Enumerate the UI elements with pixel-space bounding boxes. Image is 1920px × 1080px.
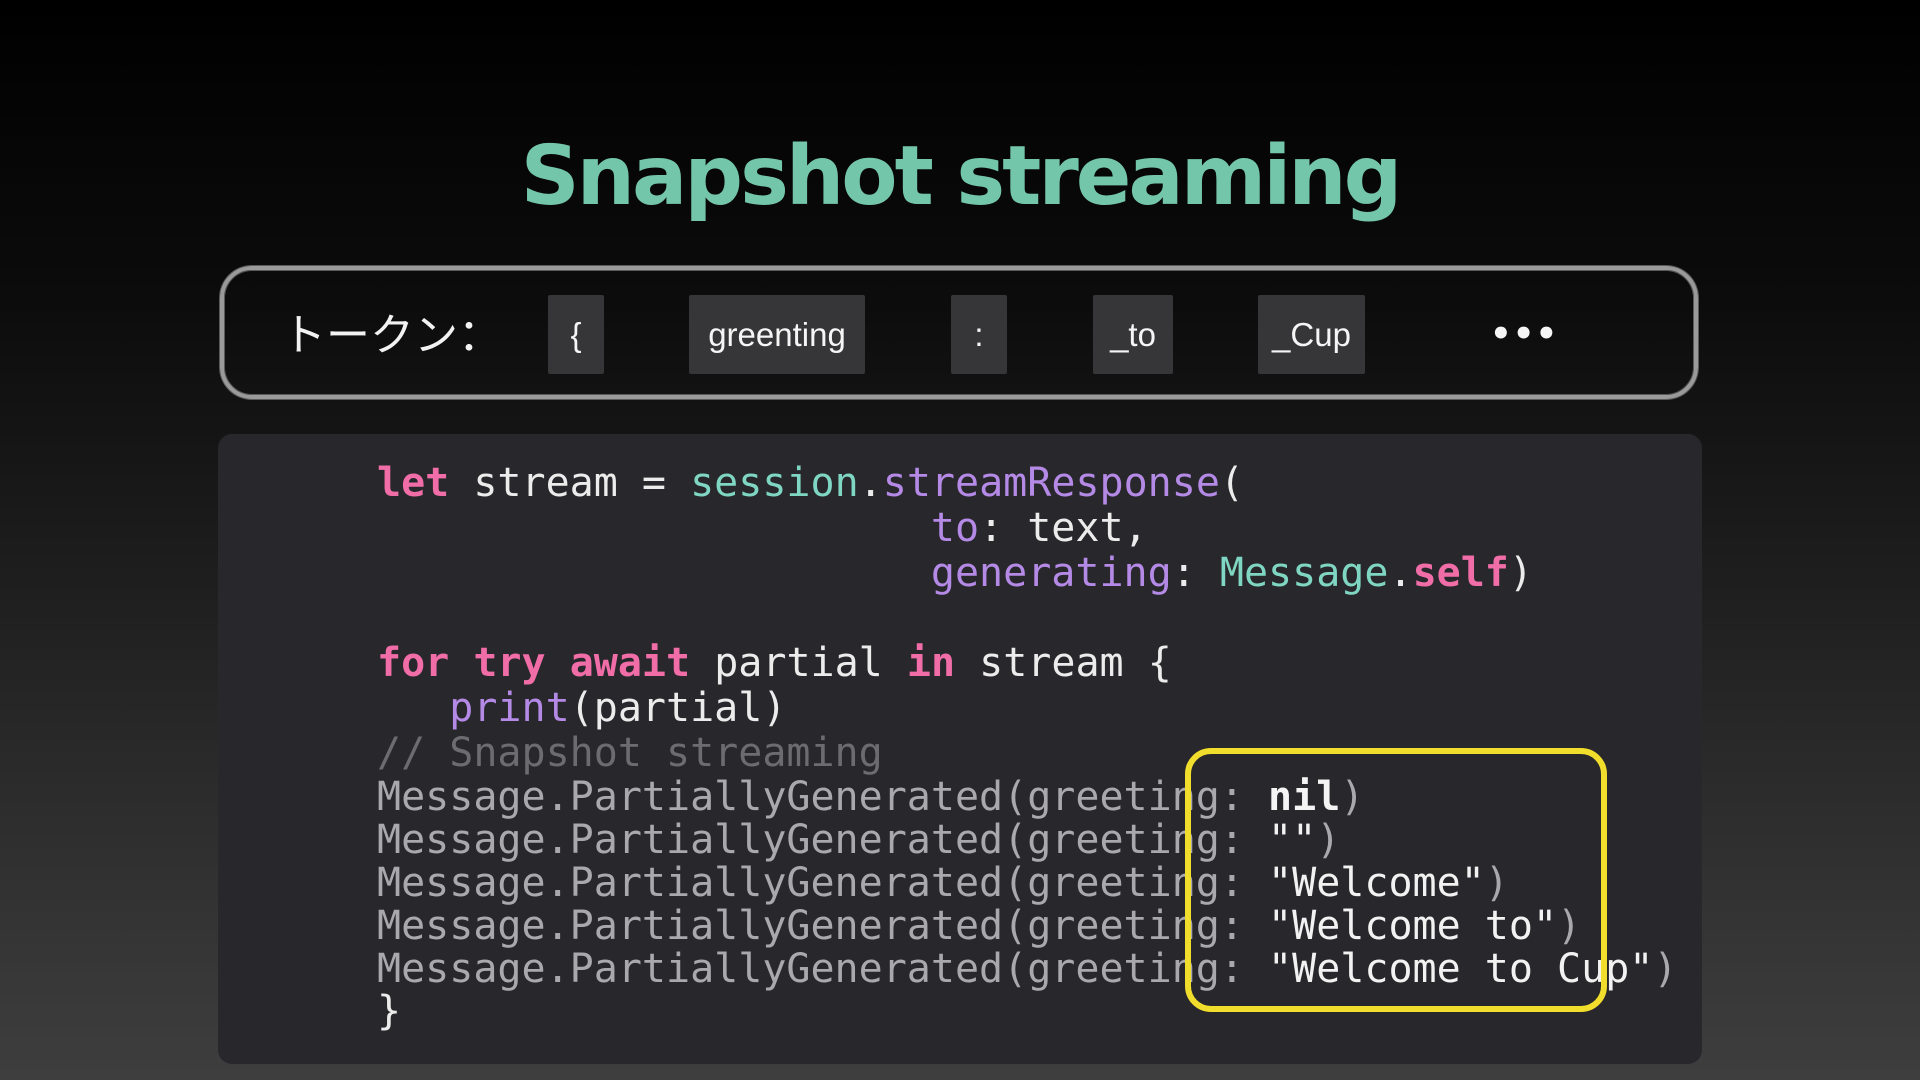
token-chip-greenting: greenting bbox=[689, 295, 865, 374]
keyword-in: in bbox=[906, 640, 956, 686]
output-prefix: Message.PartiallyGenerated(greeting: bbox=[377, 946, 1269, 992]
output-prefix: Message.PartiallyGenerated(greeting: bbox=[377, 903, 1269, 949]
code-method: streamResponse bbox=[882, 460, 1220, 506]
code-closing-brace: } bbox=[377, 988, 402, 1034]
output-prefix: Message.PartiallyGenerated(greeting: bbox=[377, 817, 1269, 863]
code-text: stream { bbox=[955, 640, 1172, 686]
token-label: トークン： bbox=[282, 310, 502, 361]
code-line-1: let stream = session.streamResponse( bbox=[377, 461, 1244, 505]
code-comment: // Snapshot streaming bbox=[377, 730, 883, 776]
token-more-ellipsis: ••• bbox=[1490, 314, 1559, 354]
keyword-self: self bbox=[1412, 550, 1509, 596]
output-close: ) bbox=[1653, 946, 1678, 992]
token-chip-brace: { bbox=[548, 295, 604, 374]
code-text: : bbox=[1171, 550, 1220, 596]
keyword-await: await bbox=[569, 640, 691, 686]
output-prefix: Message.PartiallyGenerated(greeting: bbox=[377, 860, 1269, 906]
code-line-4: for try await partial in stream { bbox=[377, 641, 1172, 685]
keyword-for: for bbox=[377, 640, 450, 686]
highlight-box bbox=[1185, 748, 1607, 1012]
code-param-generating: generating bbox=[930, 550, 1172, 596]
output-prefix: Message.PartiallyGenerated(greeting: bbox=[377, 774, 1269, 820]
keyword-let: let bbox=[377, 460, 450, 506]
keyword-try: try bbox=[473, 640, 546, 686]
code-paren: ) bbox=[1508, 550, 1533, 596]
code-line-3: generating: Message.self) bbox=[377, 551, 1533, 595]
code-param-to: to bbox=[930, 505, 980, 551]
code-line-5: print(partial) bbox=[377, 686, 786, 730]
code-text: partial bbox=[690, 640, 907, 686]
code-type: Message bbox=[1219, 550, 1389, 596]
code-text: stream = bbox=[449, 460, 691, 506]
code-dot: . bbox=[1388, 550, 1413, 596]
code-text: (partial) bbox=[569, 685, 787, 731]
code-object: session bbox=[690, 460, 859, 506]
slide-title: Snapshot streaming bbox=[520, 129, 1403, 224]
token-chip-cup: _Cup bbox=[1258, 295, 1365, 374]
code-text: : text, bbox=[979, 505, 1148, 551]
token-chip-colon: : bbox=[951, 295, 1007, 374]
code-dot: . bbox=[858, 460, 883, 506]
code-function-print: print bbox=[449, 685, 570, 731]
code-line-2: to: text, bbox=[377, 506, 1148, 550]
token-chip-to: _to bbox=[1093, 295, 1173, 374]
code-paren: ( bbox=[1219, 460, 1244, 506]
